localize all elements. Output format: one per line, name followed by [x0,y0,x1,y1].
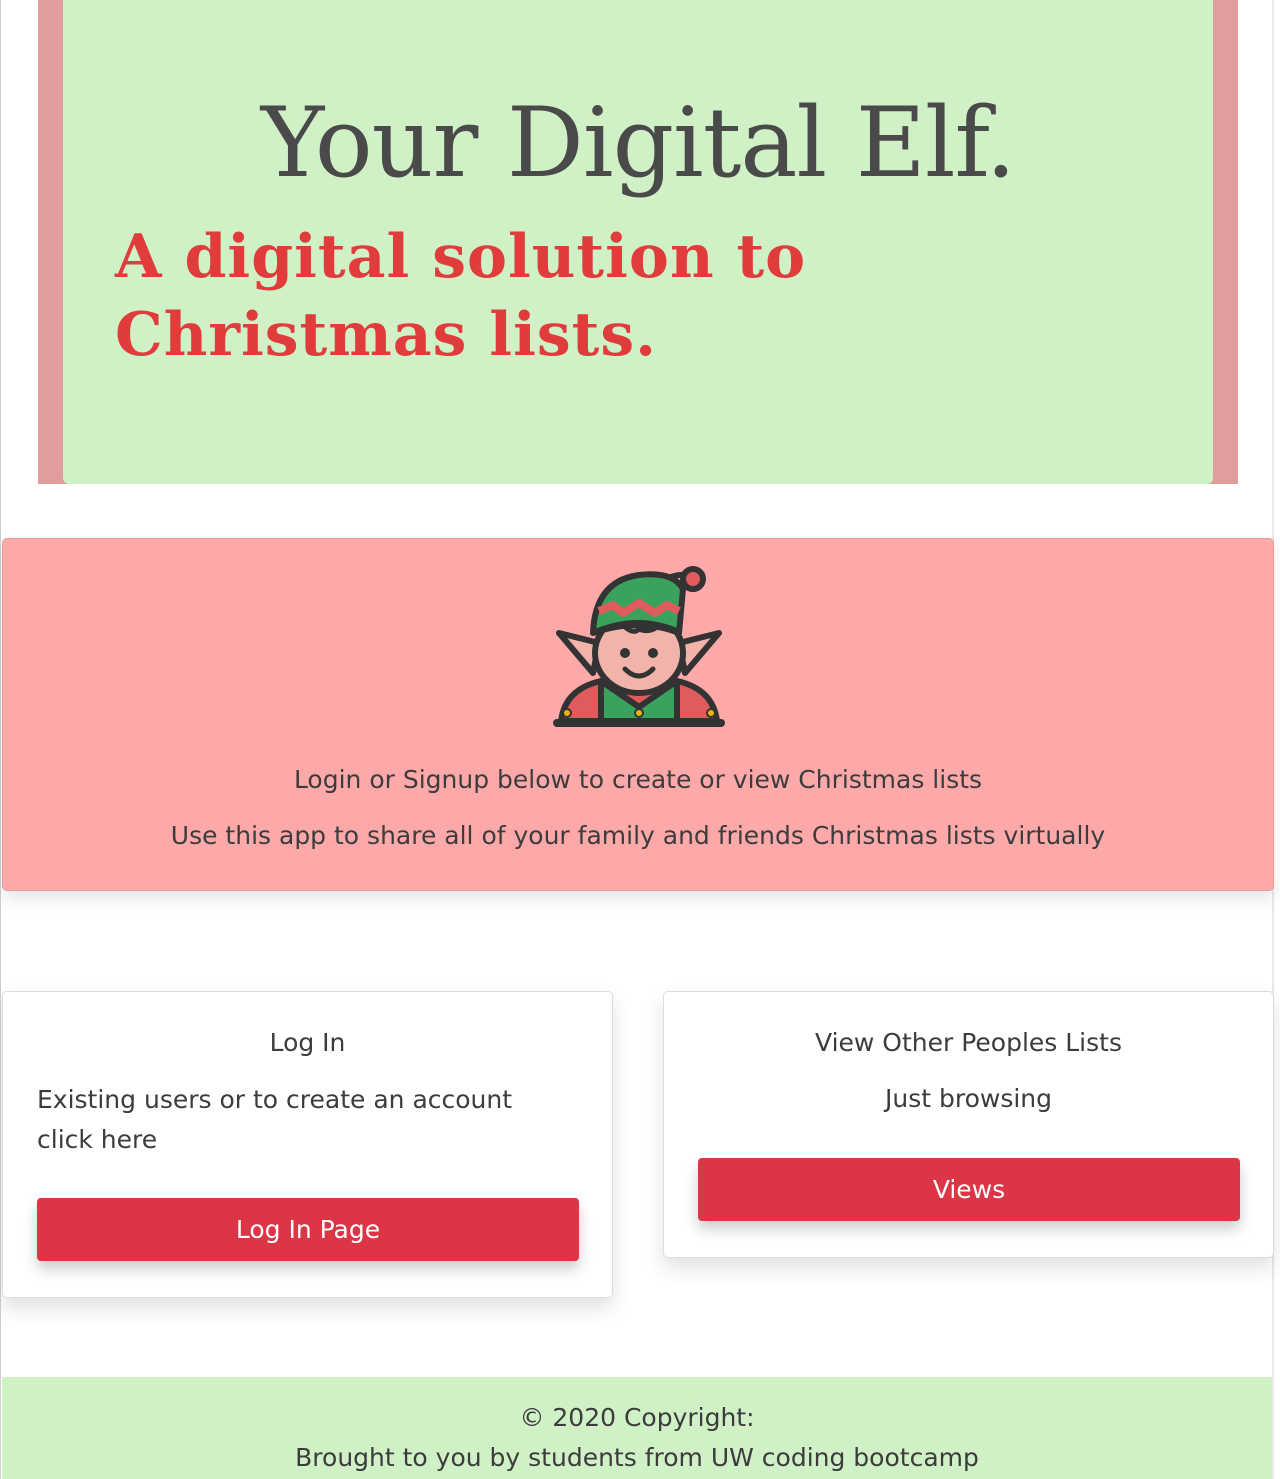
intro-description: Use this app to share all of your family… [170,821,1106,850]
hero-jumbotron: Your Digital Elf. A digital solution to … [38,0,1238,484]
intro-banner: Login or Signup below to create or view … [2,538,1274,891]
view-lists-card: View Other Peoples Lists Just browsing V… [663,991,1274,1258]
view-lists-card-text: Just browsing [884,1084,1053,1113]
views-button[interactable]: Views [698,1158,1240,1221]
hero-subtitle: A digital solution to Christmas lists. [115,222,807,370]
hero-title: Your Digital Elf. [260,87,1016,199]
page-left-border [0,0,1,1479]
intro-instructions: Login or Signup below to create or view … [293,765,983,794]
footer-credit: Brought to you by students from UW codin… [295,1443,979,1472]
elf-icon [553,566,725,727]
view-lists-card-title: View Other Peoples Lists [815,1028,1122,1057]
login-card-text: Existing users or to create an account c… [37,1085,513,1154]
hero-panel: Your Digital Elf. A digital solution to … [63,0,1213,484]
login-card: Log In Existing users or to create an ac… [2,991,613,1298]
login-page-button[interactable]: Log In Page [37,1198,579,1261]
footer-copyright: © 2020 Copyright: [519,1403,755,1432]
page-footer: © 2020 Copyright: Brought to you by stud… [2,1377,1272,1479]
login-card-title: Log In [269,1028,346,1057]
